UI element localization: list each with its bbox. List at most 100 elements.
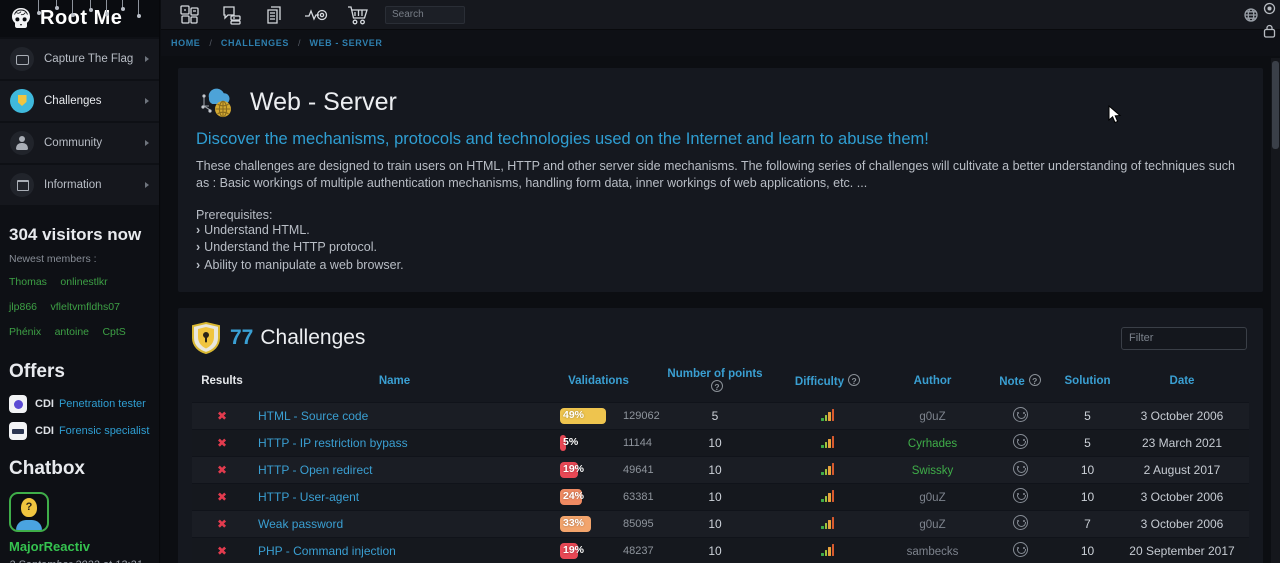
sidebar-item-community[interactable]: Community — [0, 123, 159, 163]
breadcrumb-challenges-link[interactable]: CHALLENGES — [221, 38, 289, 48]
column-points[interactable]: Number of points? — [660, 364, 770, 403]
filter-input[interactable] — [1121, 327, 1247, 350]
difficulty-bars-icon[interactable] — [821, 436, 834, 448]
author-link[interactable]: g0uZ — [919, 519, 945, 531]
member-link[interactable]: antoine — [55, 324, 89, 340]
member-link[interactable]: vfleltvmfldhs07 — [50, 299, 119, 315]
offer-logo-icon — [9, 422, 27, 440]
solution-count: 7 — [1060, 511, 1115, 538]
author-link[interactable]: g0uZ — [919, 411, 945, 423]
ctf-activity-icon[interactable] — [303, 3, 329, 27]
avatar[interactable]: ? — [9, 492, 49, 532]
shop-cart-icon[interactable] — [345, 3, 371, 27]
table-row: ✖HTTP - User-agent24%6338110g0uZ103 Octo… — [192, 484, 1249, 511]
help-icon[interactable]: ? — [711, 380, 723, 392]
hanging-string-decoration — [122, 0, 123, 8]
difficulty-bars-icon[interactable] — [821, 463, 834, 475]
note-smiley-icon[interactable] — [1013, 434, 1028, 449]
author-link[interactable]: Cyrhades — [908, 438, 957, 450]
validation-count: 129062 — [623, 410, 660, 422]
validation-percentage-badge: 49% — [560, 408, 612, 424]
difficulty-bars-icon[interactable] — [821, 517, 834, 529]
member-link[interactable]: Thomas — [9, 274, 47, 290]
difficulty-bars-icon[interactable] — [821, 490, 834, 502]
challenge-link[interactable]: HTTP - User-agent — [258, 490, 359, 504]
difficulty-bars-icon[interactable] — [821, 544, 834, 556]
difficulty-bars-icon[interactable] — [821, 409, 834, 421]
member-link[interactable]: CptS — [102, 324, 125, 340]
validation-pct: 19% — [563, 544, 584, 556]
sidebar-item-information[interactable]: Information — [0, 165, 159, 205]
challenge-date: 20 September 2017 — [1115, 538, 1249, 563]
hanging-string-decoration — [90, 0, 91, 9]
offer-link[interactable]: Penetration tester — [59, 398, 146, 410]
breadcrumb: HOME / CHALLENGES / WEB - SERVER — [161, 30, 1280, 56]
help-icon[interactable]: ? — [848, 374, 860, 386]
validation-pct: 49% — [563, 409, 584, 421]
member-link[interactable]: Phénix — [9, 324, 41, 340]
note-smiley-icon[interactable] — [1013, 515, 1028, 530]
not-validated-icon[interactable]: ✖ — [217, 517, 227, 531]
language-globe-icon[interactable] — [1238, 3, 1264, 27]
challenge-link[interactable]: HTTP - IP restriction bypass — [258, 436, 408, 450]
offer-penetration-tester[interactable]: CDI Penetration tester — [9, 395, 150, 413]
member-link[interactable]: onlinestlkr — [60, 274, 107, 290]
column-difficulty[interactable]: Difficulty? — [770, 364, 885, 403]
offer-link[interactable]: Forensic specialist — [59, 425, 149, 437]
page-title: Web - Server — [250, 88, 397, 117]
challenges-panel: 77 Challenges Results Name Validations N… — [178, 308, 1263, 563]
hanging-string-decoration — [72, 0, 73, 14]
not-validated-icon[interactable]: ✖ — [217, 463, 227, 477]
challenge-date: 3 October 2006 — [1115, 403, 1249, 430]
sidebar-item-capture-the-flag[interactable]: Capture The Flag — [0, 39, 159, 79]
challenge-date: 23 March 2021 — [1115, 430, 1249, 457]
challenge-link[interactable]: Weak password — [258, 517, 343, 531]
not-validated-icon[interactable]: ✖ — [217, 544, 227, 558]
breadcrumb-home-link[interactable]: HOME — [171, 38, 200, 48]
offer-forensic-specialist[interactable]: CDI Forensic specialist — [9, 422, 150, 440]
column-note[interactable]: Note? — [980, 364, 1060, 403]
note-smiley-icon[interactable] — [1013, 461, 1028, 476]
author-link[interactable]: Swissky — [912, 465, 954, 477]
breadcrumb-current[interactable]: WEB - SERVER — [309, 38, 382, 48]
not-validated-icon[interactable]: ✖ — [217, 490, 227, 504]
author-link[interactable]: g0uZ — [919, 492, 945, 504]
chevron-right-icon — [145, 98, 149, 104]
solution-count: 5 — [1060, 430, 1115, 457]
column-solution[interactable]: Solution — [1060, 364, 1115, 403]
not-validated-icon[interactable]: ✖ — [217, 436, 227, 450]
author-link[interactable]: sambecks — [907, 546, 959, 558]
logo[interactable]: Root Me — [0, 0, 159, 37]
column-results[interactable]: Results — [192, 364, 252, 403]
member-link[interactable]: jlp866 — [9, 299, 37, 315]
avatar-head-icon: ? — [21, 498, 37, 517]
target-circle-icon[interactable] — [1263, 2, 1276, 15]
chevron-right-icon — [145, 182, 149, 188]
points-value: 10 — [660, 484, 770, 511]
challenge-link[interactable]: HTML - Source code — [258, 409, 368, 423]
table-row: ✖HTML - Source code49%1290625g0uZ53 Octo… — [192, 403, 1249, 430]
bullet-icon: › — [196, 240, 200, 254]
note-smiley-icon[interactable] — [1013, 407, 1028, 422]
column-validations[interactable]: Validations — [537, 364, 660, 403]
search-input[interactable] — [385, 6, 465, 24]
hanging-string-decoration — [138, 0, 139, 15]
column-author[interactable]: Author — [885, 364, 980, 403]
not-validated-icon[interactable]: ✖ — [217, 409, 227, 423]
challenges-grid-icon[interactable] — [177, 3, 203, 27]
bullet-icon: › — [196, 223, 200, 237]
note-smiley-icon[interactable] — [1013, 488, 1028, 503]
column-date[interactable]: Date — [1115, 364, 1249, 403]
challenge-link[interactable]: PHP - Command injection — [258, 544, 396, 558]
scrollbar-track[interactable] — [1271, 58, 1280, 563]
column-name[interactable]: Name — [252, 364, 537, 403]
note-smiley-icon[interactable] — [1013, 542, 1028, 557]
documents-icon[interactable] — [261, 3, 287, 27]
help-icon[interactable]: ? — [1029, 374, 1041, 386]
scrollbar-thumb[interactable] — [1272, 61, 1279, 149]
chat-username-link[interactable]: MajorReactiv — [9, 539, 90, 554]
forum-chat-icon[interactable] — [219, 3, 245, 27]
lock-icon[interactable] — [1263, 24, 1276, 38]
challenge-link[interactable]: HTTP - Open redirect — [258, 463, 372, 477]
sidebar-item-challenges[interactable]: Challenges — [0, 81, 159, 121]
